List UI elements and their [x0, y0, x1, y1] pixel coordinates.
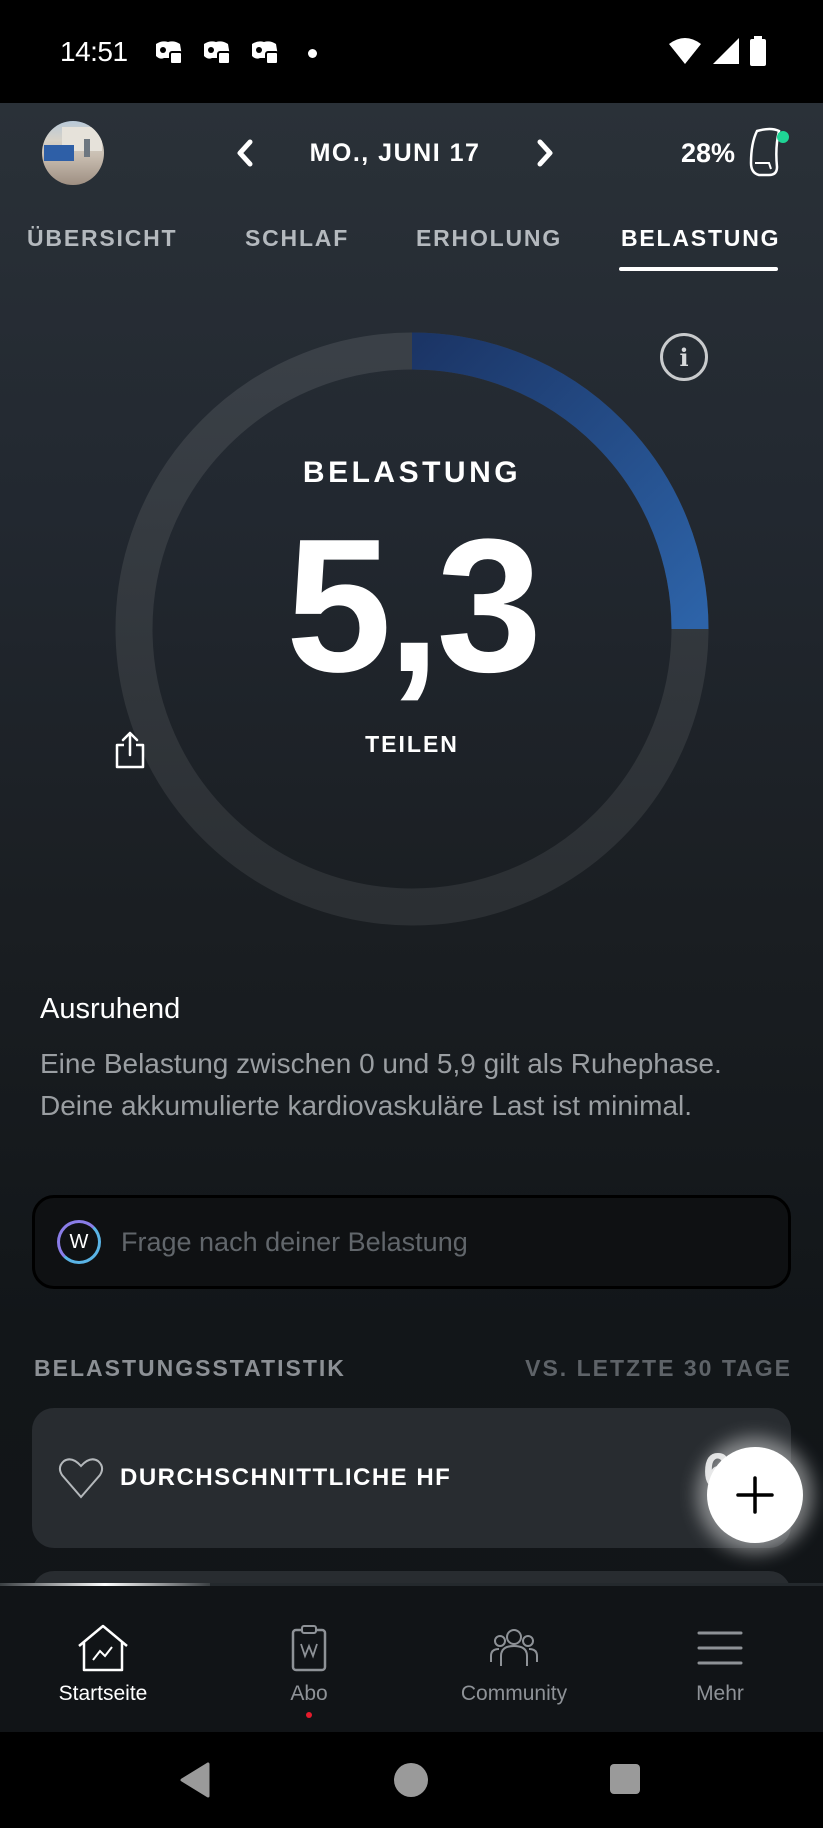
nav-abo[interactable]: Abo	[229, 1586, 389, 1732]
clipboard-icon	[283, 1622, 335, 1674]
date-navigator: MO., JUNI 17	[230, 131, 560, 175]
nav-label: Startseite	[58, 1682, 148, 1705]
top-bar: MO., JUNI 17 28%	[0, 103, 823, 203]
battery-icon	[750, 36, 766, 66]
system-navigation-bar	[0, 1732, 823, 1828]
nav-label: Mehr	[696, 1682, 744, 1705]
connected-status-dot	[777, 131, 789, 143]
nav-mehr[interactable]: Mehr	[640, 1586, 800, 1732]
wifi-icon	[669, 38, 701, 64]
share-icon	[115, 731, 145, 769]
strain-label: BELASTUNG	[302, 456, 522, 489]
share-label: TEILEN	[365, 731, 459, 757]
strain-gauge: BELASTUNG 5,3 TEILEN	[114, 331, 710, 927]
more-notifications-dot-icon	[308, 48, 317, 58]
chevron-right-icon	[537, 139, 553, 167]
discord-icon	[152, 38, 186, 68]
strain-stats-header: BELASTUNGSSTATISTIK VS. LETZTE 30 TAGE	[34, 1355, 792, 1382]
ask-coach-input[interactable]	[121, 1226, 721, 1258]
previous-day-button[interactable]	[230, 133, 260, 173]
recents-icon[interactable]	[609, 1762, 641, 1796]
bottom-navigation: Startseite Abo Community Mehr	[0, 1586, 823, 1732]
info-button[interactable]: i	[660, 333, 708, 381]
status-bar: 14:51	[0, 0, 823, 103]
stat-label: DURCHSCHNITTLICHE HF	[120, 1464, 452, 1491]
strain-category-title: Ausruhend	[40, 993, 181, 1025]
tab-schlaf[interactable]: SCHLAF	[245, 225, 349, 252]
discord-icon	[200, 38, 234, 68]
device-battery-percent: 28%	[680, 137, 735, 168]
whoop-coach-logo-icon: W	[57, 1220, 101, 1264]
plus-icon	[736, 1476, 774, 1514]
stat-card-average-hr[interactable]: DURCHSCHNITTLICHE HF 6	[32, 1408, 791, 1548]
nav-label: Abo	[290, 1682, 328, 1705]
discord-icon	[248, 38, 282, 68]
stats-title: BELASTUNGSSTATISTIK	[34, 1355, 346, 1381]
add-activity-button[interactable]	[707, 1447, 803, 1543]
tab-erholung[interactable]: ERHOLUNG	[416, 225, 562, 252]
tab-uebersicht[interactable]: ÜBERSICHT	[27, 225, 177, 252]
nav-community[interactable]: Community	[434, 1586, 594, 1732]
current-date[interactable]: MO., JUNI 17	[310, 139, 481, 168]
active-tab-indicator	[619, 267, 778, 271]
menu-icon	[694, 1622, 746, 1674]
back-icon[interactable]	[178, 1762, 212, 1798]
ask-coach-field[interactable]: W	[32, 1195, 791, 1289]
tab-bar: ÜBERSICHT SCHLAF ERHOLUNG BELASTUNG	[0, 213, 823, 273]
community-icon	[488, 1622, 540, 1674]
nav-startseite[interactable]: Startseite	[23, 1586, 183, 1732]
strain-value: 5,3	[285, 500, 542, 712]
stats-comparison-label: VS. LETZTE 30 TAGE	[525, 1355, 792, 1381]
info-icon: i	[679, 342, 689, 372]
tab-belastung[interactable]: BELASTUNG	[621, 225, 780, 252]
system-icons	[667, 36, 767, 66]
next-day-button[interactable]	[530, 133, 560, 173]
nav-label: Community	[460, 1682, 568, 1705]
wearable-band-icon	[747, 127, 789, 179]
notification-badge	[306, 1712, 312, 1718]
device-status[interactable]: 28%	[680, 127, 789, 179]
heart-icon	[58, 1458, 104, 1499]
app-screen: MO., JUNI 17 28% ÜBERSICHT SCHLAF ERHOLU…	[0, 103, 823, 1732]
home-icon[interactable]	[393, 1762, 429, 1798]
status-time: 14:51	[60, 36, 128, 67]
avatar[interactable]	[42, 121, 104, 185]
share-button[interactable]: TEILEN	[114, 731, 710, 769]
cell-signal-icon	[713, 38, 739, 64]
chevron-left-icon	[237, 139, 253, 167]
notification-icons	[152, 38, 317, 68]
home-chart-icon	[77, 1622, 129, 1674]
strain-category-description: Eine Belastung zwischen 0 und 5,9 gilt a…	[40, 1048, 722, 1121]
